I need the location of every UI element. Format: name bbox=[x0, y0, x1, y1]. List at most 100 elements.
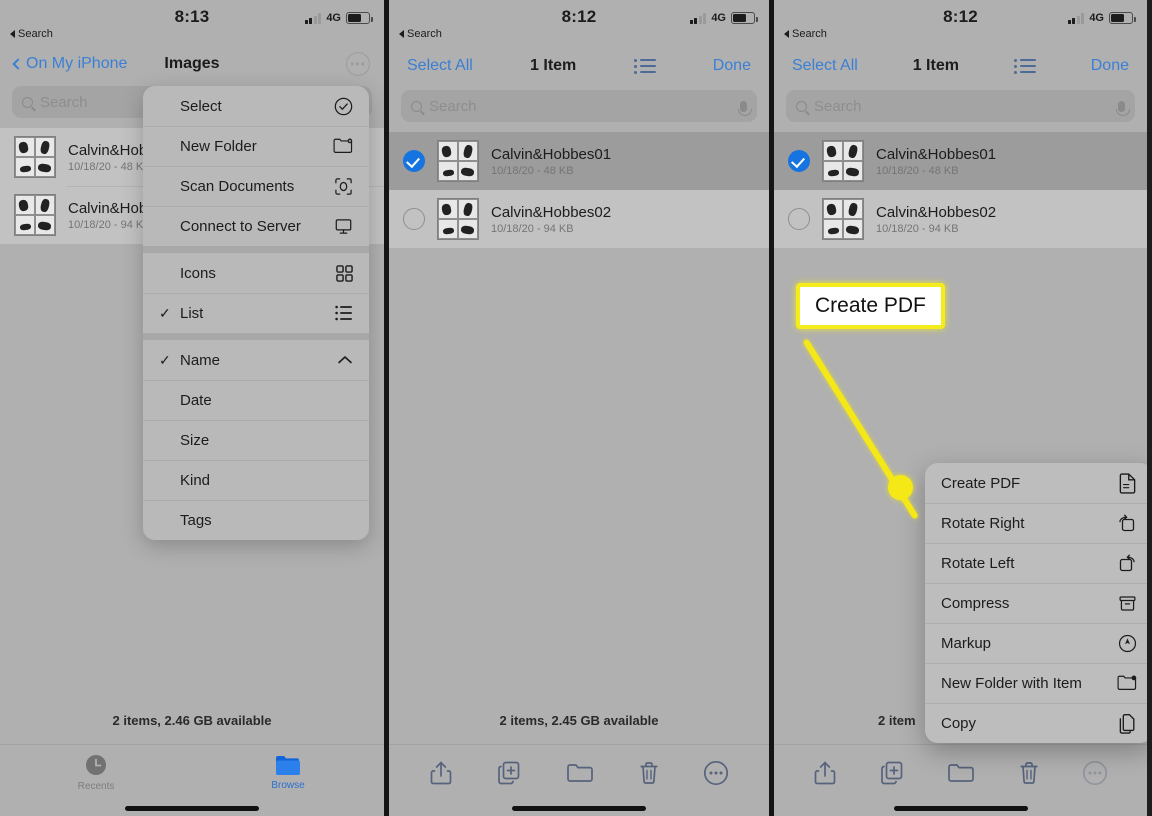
menu-item-size[interactable]: Size bbox=[143, 420, 369, 460]
menu-item-label: Create PDF bbox=[941, 474, 1021, 492]
search-icon bbox=[796, 100, 807, 112]
done-button[interactable]: Done bbox=[1091, 57, 1129, 75]
battery-icon bbox=[346, 12, 373, 24]
menu-item-label: Size bbox=[180, 431, 210, 449]
more-dropdown-menu[interactable]: Select New Folder Scan Documents Connect… bbox=[143, 86, 369, 540]
context-menu-item-rotate-right[interactable]: Rotate Right bbox=[925, 503, 1147, 543]
move-to-folder-icon[interactable] bbox=[947, 761, 975, 785]
menu-item-label: Name bbox=[180, 351, 221, 369]
done-button[interactable]: Done bbox=[713, 57, 751, 75]
menu-item-label: New Folder bbox=[180, 137, 257, 155]
row-checkbox-unchecked[interactable] bbox=[788, 208, 810, 230]
select-all-button[interactable]: Select All bbox=[792, 57, 858, 75]
file-list-2: Calvin&Hobbes01 10/18/20 - 48 KB Calvin&… bbox=[389, 132, 769, 248]
select-all-button[interactable]: Select All bbox=[407, 57, 473, 75]
nav-bar-1: On My iPhone Images ••• bbox=[0, 46, 384, 82]
menu-check-mark: ✓ bbox=[159, 304, 171, 321]
network-label: 4G bbox=[326, 12, 341, 24]
menu-item-label: New Folder with Item bbox=[941, 674, 1082, 692]
file-thumbnail bbox=[14, 194, 56, 236]
phone-panel-2: 8:12 Search 4G Select All 1 Item Done Se… bbox=[384, 0, 769, 816]
menu-item-tags[interactable]: Tags bbox=[143, 500, 369, 540]
search-input[interactable]: Search bbox=[401, 90, 757, 122]
row-checkbox-checked[interactable] bbox=[788, 150, 810, 172]
microphone-icon[interactable] bbox=[1115, 100, 1130, 116]
share-icon[interactable] bbox=[813, 760, 837, 786]
menu-divider bbox=[143, 246, 369, 253]
status-line: 2 items, 2.46 GB available bbox=[112, 713, 272, 728]
list-icon bbox=[331, 305, 353, 321]
menu-item-date[interactable]: Date bbox=[143, 380, 369, 420]
context-menu[interactable]: Create PDF Rotate Right Rotate Left Comp… bbox=[925, 463, 1147, 743]
context-menu-item-markup[interactable]: Markup bbox=[925, 623, 1147, 663]
menu-item-label: List bbox=[180, 304, 204, 322]
menu-divider bbox=[143, 333, 369, 340]
callout-dot bbox=[888, 475, 913, 500]
file-meta: 10/18/20 - 48 KB bbox=[491, 164, 574, 177]
ellipsis-circle-icon[interactable]: ••• bbox=[346, 52, 370, 76]
menu-item-icons[interactable]: Icons bbox=[143, 253, 369, 293]
new-folder-icon bbox=[331, 137, 353, 155]
menu-item-label: Rotate Right bbox=[941, 514, 1025, 532]
menu-item-scan-documents[interactable]: Scan Documents bbox=[143, 166, 369, 206]
search-icon bbox=[411, 100, 422, 112]
signal-bars-icon bbox=[1067, 12, 1085, 24]
menu-item-name[interactable]: ✓ Name bbox=[143, 340, 369, 380]
microphone-icon[interactable] bbox=[737, 100, 752, 116]
folder-icon bbox=[276, 756, 300, 775]
back-button[interactable]: On My iPhone bbox=[12, 55, 127, 73]
file-thumbnail bbox=[437, 140, 479, 182]
context-menu-item-rotate-left[interactable]: Rotate Left bbox=[925, 543, 1147, 583]
rotate-left-icon bbox=[1115, 553, 1137, 573]
table-row[interactable]: Calvin&Hobbes02 10/18/20 - 94 KB bbox=[774, 190, 1147, 248]
tab-recents[interactable]: Recents bbox=[0, 753, 192, 792]
grid-icon bbox=[331, 264, 353, 282]
file-thumbnail bbox=[437, 198, 479, 240]
status-bar: 8:12 Search 4G bbox=[774, 0, 1147, 46]
context-menu-item-create-pdf[interactable]: Create PDF bbox=[925, 463, 1147, 503]
context-menu-item-new-folder-with-item[interactable]: New Folder with Item bbox=[925, 663, 1147, 703]
status-back-to-search[interactable]: Search bbox=[10, 28, 53, 40]
menu-item-list[interactable]: ✓ List bbox=[143, 293, 369, 333]
archive-icon bbox=[1115, 594, 1137, 613]
status-back-label: Search bbox=[18, 28, 53, 40]
menu-item-connect-to-server[interactable]: Connect to Server bbox=[143, 206, 369, 246]
signal-bars-icon bbox=[689, 12, 707, 24]
document-icon bbox=[1115, 472, 1137, 494]
context-menu-item-copy[interactable]: Copy bbox=[925, 703, 1147, 743]
chevron-up-icon bbox=[331, 354, 353, 366]
table-row[interactable]: Calvin&Hobbes01 10/18/20 - 48 KB bbox=[774, 132, 1147, 190]
row-checkbox-checked[interactable] bbox=[403, 150, 425, 172]
table-row[interactable]: Calvin&Hobbes01 10/18/20 - 48 KB bbox=[389, 132, 769, 190]
duplicate-icon[interactable] bbox=[879, 760, 905, 786]
home-indicator bbox=[389, 800, 769, 816]
list-view-icon[interactable] bbox=[633, 58, 656, 74]
trash-icon[interactable] bbox=[1018, 760, 1040, 786]
row-checkbox-unchecked[interactable] bbox=[403, 208, 425, 230]
move-to-folder-icon[interactable] bbox=[566, 761, 594, 785]
more-ellipsis-icon[interactable] bbox=[1082, 760, 1108, 786]
status-back-to-search[interactable]: Search bbox=[399, 28, 442, 40]
callout-label: Create PDF bbox=[796, 283, 945, 329]
list-view-icon[interactable] bbox=[1013, 58, 1036, 74]
phone-panel-1: 8:13 Search 4G On My iPhone Images ••• S… bbox=[0, 0, 384, 816]
share-icon[interactable] bbox=[429, 760, 453, 786]
context-menu-item-compress[interactable]: Compress bbox=[925, 583, 1147, 623]
menu-item-label: Copy bbox=[941, 714, 977, 732]
status-line: 2 items, 2.45 GB available bbox=[499, 713, 659, 728]
tab-browse[interactable]: Browse bbox=[192, 754, 384, 791]
search-placeholder: Search bbox=[429, 97, 477, 115]
file-name: Calvin&Hobbes01 bbox=[491, 145, 612, 163]
table-row[interactable]: Calvin&Hobbes02 10/18/20 - 94 KB bbox=[389, 190, 769, 248]
menu-item-kind[interactable]: Kind bbox=[143, 460, 369, 500]
status-back-to-search[interactable]: Search bbox=[784, 28, 827, 40]
search-icon bbox=[22, 96, 33, 108]
status-indicators: 4G bbox=[1067, 12, 1136, 24]
duplicate-icon[interactable] bbox=[496, 760, 522, 786]
more-ellipsis-icon[interactable] bbox=[703, 760, 729, 786]
menu-item-select[interactable]: Select bbox=[143, 86, 369, 126]
menu-item-new-folder[interactable]: New Folder bbox=[143, 126, 369, 166]
network-label: 4G bbox=[1089, 12, 1104, 24]
search-input[interactable]: Search bbox=[786, 90, 1135, 122]
trash-icon[interactable] bbox=[638, 760, 660, 786]
